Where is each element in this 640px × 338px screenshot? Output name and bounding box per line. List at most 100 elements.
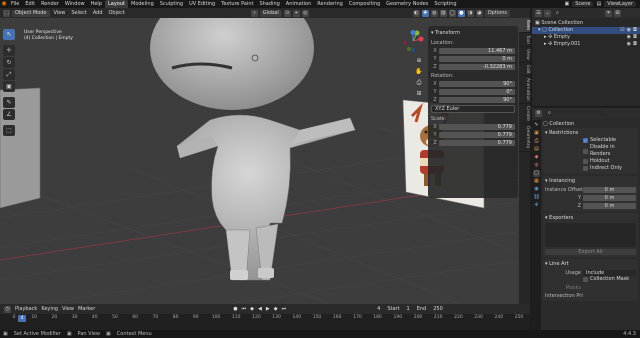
select-tool-icon[interactable]: ↖ bbox=[3, 29, 15, 40]
scale-y-field[interactable]: 0.779 bbox=[439, 131, 515, 138]
location-z-field[interactable]: -0.32283 m bbox=[439, 63, 515, 70]
navigation-gizmo[interactable] bbox=[402, 30, 424, 52]
editor-type-icon[interactable]: ⬚ bbox=[3, 9, 10, 17]
transform-panel-header[interactable]: ▾ Transform bbox=[431, 29, 515, 37]
constraint-props-icon[interactable]: ⛓ bbox=[533, 194, 540, 201]
rotation-z-field[interactable]: 90° bbox=[439, 96, 515, 103]
instance-offset-y-field[interactable]: 0 m bbox=[583, 194, 636, 201]
object-props-icon[interactable]: ▦ bbox=[533, 178, 540, 185]
visibility-icon[interactable]: ◐ bbox=[412, 9, 420, 17]
tab-shading[interactable]: Shading bbox=[256, 0, 282, 8]
tab-edit[interactable]: Edit bbox=[519, 63, 530, 77]
tab-geometry-nodes[interactable]: Geometry Nodes bbox=[383, 0, 431, 8]
shading-wire-icon[interactable]: ◯ bbox=[448, 9, 456, 17]
tab-animation-side[interactable]: Animation bbox=[519, 76, 530, 105]
indirect-only-checkbox[interactable]: Indirect Only bbox=[545, 165, 636, 172]
camera-icon[interactable]: ◘ bbox=[633, 27, 637, 34]
tab-create[interactable]: Create bbox=[519, 104, 530, 125]
menu-object[interactable]: Object bbox=[107, 8, 127, 18]
annotate-tool-icon[interactable]: ✎ bbox=[3, 97, 15, 108]
shading-rendered-icon[interactable]: ◕ bbox=[475, 9, 483, 17]
character-head[interactable] bbox=[150, 18, 314, 110]
location-y-field[interactable]: 0 m bbox=[439, 55, 515, 62]
camera-icon[interactable]: ◘ bbox=[633, 41, 637, 48]
outliner-search-input[interactable]: ⌕ bbox=[553, 10, 603, 16]
outliner-row-empty-001[interactable]: ▸ ✣ Empty.001 ◉ ◘ bbox=[532, 41, 640, 48]
tab-view[interactable]: View bbox=[519, 47, 530, 63]
exporters-list[interactable] bbox=[545, 223, 636, 247]
ortho-grid-icon[interactable]: ⊞ bbox=[415, 89, 423, 98]
checkbox-icon[interactable] bbox=[583, 148, 588, 154]
outliner-row-collection[interactable]: ▾ ▢ Collection ☑ ◉ ◘ bbox=[532, 27, 640, 34]
world-props-icon[interactable]: ◍ bbox=[533, 162, 540, 169]
zoom-icon[interactable]: ⊕ bbox=[415, 56, 423, 65]
snap-icon[interactable]: ⌖ bbox=[292, 9, 300, 17]
start-frame-field[interactable]: 1 bbox=[403, 306, 413, 312]
rotation-mode-dropdown[interactable]: XYZ Euler bbox=[431, 105, 515, 113]
play-reverse-icon[interactable]: ◀ bbox=[258, 306, 262, 312]
camera-view-icon[interactable]: ⎙ bbox=[415, 78, 423, 87]
rotate-tool-icon[interactable]: ↻ bbox=[3, 57, 15, 68]
holdout-checkbox[interactable]: Holdout bbox=[545, 158, 636, 165]
jump-start-icon[interactable]: ⏮ bbox=[242, 306, 247, 312]
instance-offset-x-field[interactable]: 0 m bbox=[583, 186, 636, 193]
physics-props-icon[interactable]: ◉ bbox=[533, 186, 540, 193]
filter-icon[interactable]: ⏷ bbox=[605, 9, 612, 17]
menu-file[interactable]: File bbox=[8, 0, 22, 8]
frame-ruler[interactable]: 0 10 20 30 40 50 60 70 80 90 100 110 120 130 140 150 160… bbox=[13, 315, 524, 322]
selectable-checkbox[interactable]: ✓ Selectable bbox=[545, 137, 636, 144]
shading-solid-icon[interactable]: ● bbox=[457, 9, 465, 17]
output-props-icon[interactable]: ⎙ bbox=[533, 138, 540, 145]
outliner-row-empty[interactable]: ▸ ✣ Empty ◉ ◘ bbox=[532, 34, 640, 41]
rotation-y-field[interactable]: 0° bbox=[439, 88, 515, 95]
transform-tool-icon[interactable]: ▣ bbox=[3, 81, 15, 92]
eye-icon[interactable]: ◉ bbox=[627, 41, 631, 48]
tab-geometry[interactable]: Geometry bbox=[519, 124, 530, 152]
overlay-icon[interactable]: ◍ bbox=[430, 9, 438, 17]
pivot-icon[interactable]: ⊙ bbox=[283, 9, 291, 17]
menu-edit[interactable]: Edit bbox=[22, 0, 38, 8]
restrictions-header[interactable]: ▾ Restrictions bbox=[545, 129, 636, 137]
tab-modeling[interactable]: Modeling bbox=[128, 0, 157, 8]
object-mode-dropdown[interactable]: Object Mode bbox=[12, 9, 50, 17]
scene-field[interactable]: Scene bbox=[572, 1, 594, 7]
scale-tool-icon[interactable]: ⤢ bbox=[3, 69, 15, 80]
next-key-icon[interactable]: ◆ bbox=[274, 306, 278, 312]
outliner-editor-icon[interactable]: ☰ bbox=[535, 9, 542, 17]
transform-orientation-dropdown[interactable]: Global bbox=[259, 9, 282, 17]
menu-help[interactable]: Help bbox=[88, 0, 105, 8]
xray-icon[interactable]: ▨ bbox=[439, 9, 447, 17]
playhead[interactable]: 4 bbox=[18, 315, 27, 322]
move-tool-icon[interactable]: ✛ bbox=[3, 45, 15, 56]
shading-material-icon[interactable]: ◑ bbox=[466, 9, 474, 17]
rotation-x-field[interactable]: 90° bbox=[439, 80, 515, 87]
lineart-header[interactable]: ▾ Line Art bbox=[545, 260, 636, 268]
tab-item[interactable]: Item bbox=[519, 18, 530, 34]
export-all-button[interactable]: Export All bbox=[545, 248, 636, 255]
tab-scripting[interactable]: Scripting bbox=[431, 0, 459, 8]
checkbox-icon[interactable]: ✓ bbox=[583, 138, 588, 143]
gizmo-toggle-icon[interactable]: ✥ bbox=[421, 9, 429, 17]
menu-marker[interactable]: Marker bbox=[78, 306, 95, 312]
timeline-editor-icon[interactable]: ◷ bbox=[4, 305, 11, 313]
tab-sculpting[interactable]: Sculpting bbox=[157, 0, 186, 8]
checkbox-icon[interactable]: ☑ bbox=[620, 27, 624, 34]
add-cube-tool-icon[interactable]: ⬚ bbox=[3, 125, 15, 136]
menu-view[interactable]: View bbox=[52, 8, 68, 18]
properties-search-input[interactable]: ⌕ bbox=[545, 110, 605, 116]
eye-icon[interactable]: ◉ bbox=[627, 27, 631, 34]
render-props-icon[interactable]: ▣ bbox=[533, 130, 540, 137]
menu-timeline-view[interactable]: View bbox=[62, 306, 74, 312]
menu-window[interactable]: Window bbox=[62, 0, 88, 8]
timeline-area[interactable]: 0 10 20 30 40 50 60 70 80 90 100 110 120 130 140 150 160… bbox=[0, 314, 530, 330]
tab-rendering[interactable]: Rendering bbox=[314, 0, 346, 8]
options-dropdown[interactable]: Options bbox=[484, 9, 511, 17]
checkbox-icon[interactable] bbox=[583, 166, 588, 171]
new-collection-icon[interactable]: ⊞ bbox=[614, 9, 621, 17]
tab-animation[interactable]: Animation bbox=[283, 0, 315, 8]
disable-renders-checkbox[interactable]: Disable in Renders bbox=[545, 144, 636, 158]
end-frame-field[interactable]: 250 bbox=[430, 306, 446, 312]
usage-dropdown[interactable]: Include bbox=[583, 269, 636, 276]
checkbox-icon[interactable] bbox=[583, 277, 588, 282]
menu-add[interactable]: Add bbox=[91, 8, 105, 18]
